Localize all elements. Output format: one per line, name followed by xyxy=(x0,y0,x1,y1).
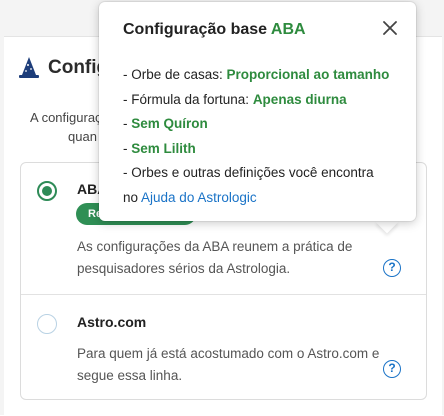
item-label: - xyxy=(123,116,132,131)
radio-astro-com[interactable] xyxy=(37,314,57,334)
item-value: Sem Lilith xyxy=(131,140,196,156)
page-description-line2: quan xyxy=(68,129,97,144)
item-label: - xyxy=(123,140,132,156)
radio-aba-selected[interactable] xyxy=(37,181,57,201)
footer-line: no Ajuda do Astrologic xyxy=(123,186,403,211)
list-item: - Fórmula da fortuna: Apenas diurna xyxy=(123,88,403,113)
list-item: - Sem Lilith xyxy=(123,137,403,162)
item-value: Sem Quíron xyxy=(131,116,208,131)
option-title: Astro.com xyxy=(77,314,147,330)
list-item: - Sem Quíron xyxy=(123,112,403,137)
popover-title-accent: ABA xyxy=(270,21,306,38)
footer-prefix: no xyxy=(123,189,142,205)
close-icon xyxy=(383,21,397,35)
item-value: Apenas diurna xyxy=(252,91,347,107)
help-circle-icon[interactable]: ? xyxy=(383,360,401,378)
popover-title: Configuração base ABA xyxy=(123,21,306,39)
option-description: As configurações da ABA reunem a prática… xyxy=(77,239,353,276)
popover-settings-list: - Orbe de casas: Proporcional ao tamanho… xyxy=(123,63,403,210)
popover-title-text: Configuração base xyxy=(123,21,271,38)
item-value: Proporcional ao tamanho xyxy=(226,67,390,82)
item-label: - Fórmula da fortuna: xyxy=(123,91,253,107)
close-button[interactable] xyxy=(380,18,400,38)
list-item: - Orbe de casas: Proporcional ao tamanho xyxy=(123,63,403,88)
item-label: - Orbe de casas: xyxy=(123,67,227,82)
help-circle-icon[interactable]: ? xyxy=(383,259,401,277)
footer-line: - Orbes e outras definições você encontr… xyxy=(123,165,374,180)
option-astro-com[interactable]: Astro.com Para quem já está acostumado c… xyxy=(21,295,426,399)
option-description: Para quem já está acostumado com o Astro… xyxy=(77,346,380,383)
wizard-hat-icon xyxy=(19,57,39,78)
info-popover: Configuração base ABA - Orbe de casas: P… xyxy=(99,2,416,221)
help-link[interactable]: Ajuda do Astrologic xyxy=(141,190,257,205)
